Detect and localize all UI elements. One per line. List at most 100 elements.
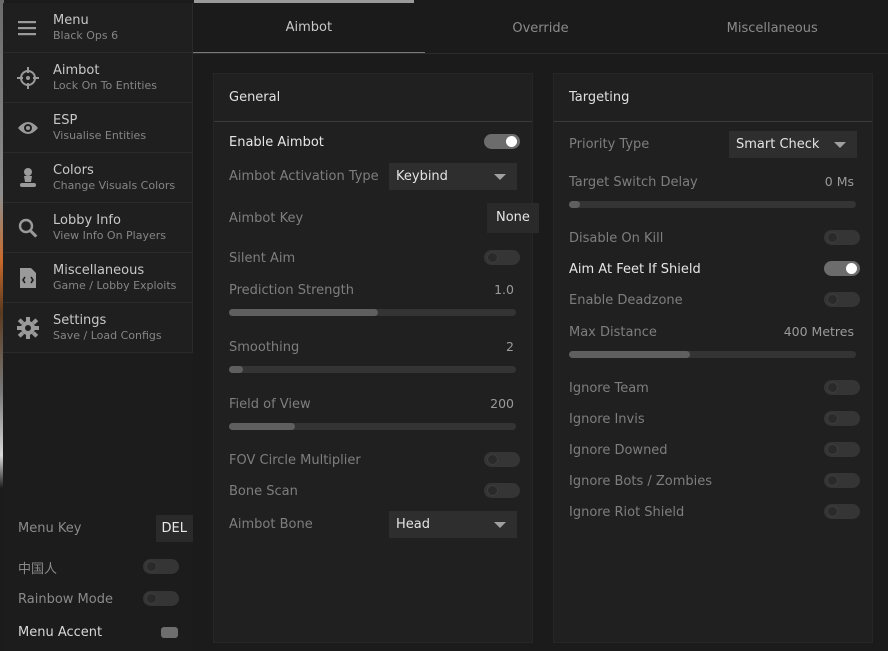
aimbot-bone-label: Aimbot Bone — [229, 517, 313, 532]
ignore-riot-shield-toggle[interactable] — [824, 504, 860, 519]
rainbow-mode-toggle[interactable] — [143, 591, 179, 606]
disable-on-kill-toggle[interactable] — [824, 230, 860, 245]
smoothing-label: Smoothing — [229, 339, 300, 355]
toggle-knob — [487, 454, 498, 465]
silent-aim-toggle[interactable] — [484, 250, 520, 265]
rainbow-mode-label: Rainbow Mode — [18, 591, 113, 607]
toggle-knob — [827, 382, 838, 393]
sidebar-item-menu[interactable]: Menu Black Ops 6 — [3, 3, 193, 53]
aimbot-bone-dropdown[interactable]: Head — [389, 511, 517, 538]
sidebar-item-subtitle: Lock On To Entities — [53, 78, 157, 92]
sidebar-item-esp[interactable]: ESP Visualise Entities — [3, 103, 193, 153]
field-of-view-value: 200 — [490, 396, 514, 411]
bone-scan-row: Bone Scan — [229, 481, 520, 501]
aim-at-feet-toggle[interactable] — [824, 261, 860, 276]
chevron-down-icon — [834, 142, 846, 148]
menu-key-row: Menu Key DEL — [18, 513, 193, 543]
ignore-downed-toggle[interactable] — [824, 442, 860, 457]
silent-aim-label: Silent Aim — [229, 250, 296, 266]
chevron-down-icon — [494, 174, 506, 180]
sidebar-item-aimbot[interactable]: Aimbot Lock On To Entities — [3, 53, 193, 103]
smoothing-value: 2 — [506, 339, 514, 354]
rainbow-mode-row: Rainbow Mode — [18, 590, 193, 608]
aimbot-key-label: Aimbot Key — [229, 210, 304, 226]
field-of-view-slider[interactable] — [229, 423, 516, 430]
paint-bucket-icon — [3, 167, 53, 189]
activation-type-dropdown[interactable]: Keybind — [389, 163, 517, 190]
aimbot-key-button[interactable]: None — [487, 203, 539, 233]
priority-type-row: Priority Type Smart Check — [569, 131, 860, 158]
target-switch-delay-row: Target Switch Delay 0 Ms — [569, 172, 860, 192]
priority-type-dropdown[interactable]: Smart Check — [729, 131, 857, 158]
max-distance-value: 400 Metres — [783, 324, 854, 339]
slider-fill — [229, 423, 295, 430]
bone-scan-label: Bone Scan — [229, 483, 298, 499]
activation-type-row: Aimbot Activation Type Keybind — [229, 163, 520, 190]
toggle-knob — [827, 506, 838, 517]
chinese-label: 中国人 — [18, 561, 58, 577]
hamburger-icon — [3, 19, 53, 37]
sidebar-item-subtitle: Black Ops 6 — [53, 28, 119, 42]
smoothing-row: Smoothing 2 — [229, 337, 520, 357]
fov-circle-multiplier-label: FOV Circle Multiplier — [229, 452, 361, 468]
general-panel-title: General — [214, 74, 532, 122]
sidebar-item-colors[interactable]: Colors Change Visuals Colors — [3, 153, 193, 203]
menu-accent-row: Menu Accent — [18, 623, 193, 641]
max-distance-slider[interactable] — [569, 351, 856, 358]
enable-deadzone-toggle[interactable] — [824, 292, 860, 307]
ignore-team-label: Ignore Team — [569, 380, 649, 396]
enable-aimbot-toggle[interactable] — [484, 134, 520, 149]
sidebar: Menu Black Ops 6 Aimbot Lock On To Entitie… — [3, 3, 193, 651]
chinese-toggle[interactable] — [143, 559, 179, 574]
tab-override[interactable]: Override — [425, 3, 657, 53]
sidebar-item-subtitle: Visualise Entities — [53, 128, 147, 142]
fov-circle-multiplier-row: FOV Circle Multiplier — [229, 450, 520, 470]
toggle-knob — [146, 593, 157, 604]
target-switch-delay-value: 0 Ms — [824, 174, 854, 189]
prediction-strength-slider[interactable] — [229, 309, 516, 316]
menu-key-button[interactable]: DEL — [155, 514, 193, 542]
ignore-invis-toggle[interactable] — [824, 411, 860, 426]
toggle-knob — [827, 444, 838, 455]
slider-fill — [229, 366, 244, 373]
sidebar-item-settings[interactable]: Settings Save / Load Configs — [3, 303, 193, 353]
priority-type-value: Smart Check — [736, 137, 820, 152]
prediction-strength-value: 1.0 — [494, 282, 514, 297]
sidebar-item-title: Aimbot — [53, 62, 100, 78]
gear-icon — [3, 316, 53, 339]
tab-miscellaneous[interactable]: Miscellaneous — [656, 3, 888, 53]
slider-fill — [569, 351, 690, 358]
silent-aim-row: Silent Aim — [229, 248, 520, 268]
toggle-knob — [487, 252, 498, 263]
slider-fill — [569, 201, 581, 208]
enable-deadzone-row: Enable Deadzone — [569, 290, 860, 310]
toggle-knob — [827, 232, 838, 243]
menu-accent-swatch[interactable] — [161, 627, 178, 638]
enable-aimbot-row: Enable Aimbot — [229, 132, 520, 152]
sidebar-item-subtitle: Save / Load Configs — [53, 328, 162, 342]
general-panel: General Enable Aimbot Aimbot Activation … — [213, 73, 539, 643]
tab-bar: Aimbot Override Miscellaneous — [193, 3, 888, 54]
sidebar-item-miscellaneous[interactable]: Miscellaneous Game / Lobby Exploits — [3, 253, 193, 303]
field-of-view-row: Field of View 200 — [229, 394, 520, 414]
ignore-downed-label: Ignore Downed — [569, 442, 668, 458]
sidebar-item-lobby-info[interactable]: Lobby Info View Info On Players — [3, 203, 193, 253]
target-switch-delay-slider[interactable] — [569, 201, 856, 208]
toggle-knob — [506, 136, 517, 147]
menu-key-label: Menu Key — [18, 520, 82, 536]
chevron-down-icon — [494, 522, 506, 528]
bone-scan-toggle[interactable] — [484, 483, 520, 498]
ignore-team-toggle[interactable] — [824, 380, 860, 395]
aim-at-feet-label: Aim At Feet If Shield — [569, 261, 701, 277]
ignore-downed-row: Ignore Downed — [569, 440, 860, 460]
fov-circle-multiplier-toggle[interactable] — [484, 452, 520, 467]
sidebar-item-title: Settings — [53, 312, 107, 328]
smoothing-slider[interactable] — [229, 366, 516, 373]
field-of-view-label: Field of View — [229, 396, 311, 412]
ignore-riot-shield-row: Ignore Riot Shield — [569, 502, 860, 522]
aimbot-bone-row: Aimbot Bone Head — [229, 511, 520, 538]
ignore-bots-toggle[interactable] — [824, 473, 860, 488]
tab-aimbot[interactable]: Aimbot — [193, 3, 425, 53]
ignore-riot-shield-label: Ignore Riot Shield — [569, 504, 685, 520]
disable-on-kill-label: Disable On Kill — [569, 230, 664, 246]
